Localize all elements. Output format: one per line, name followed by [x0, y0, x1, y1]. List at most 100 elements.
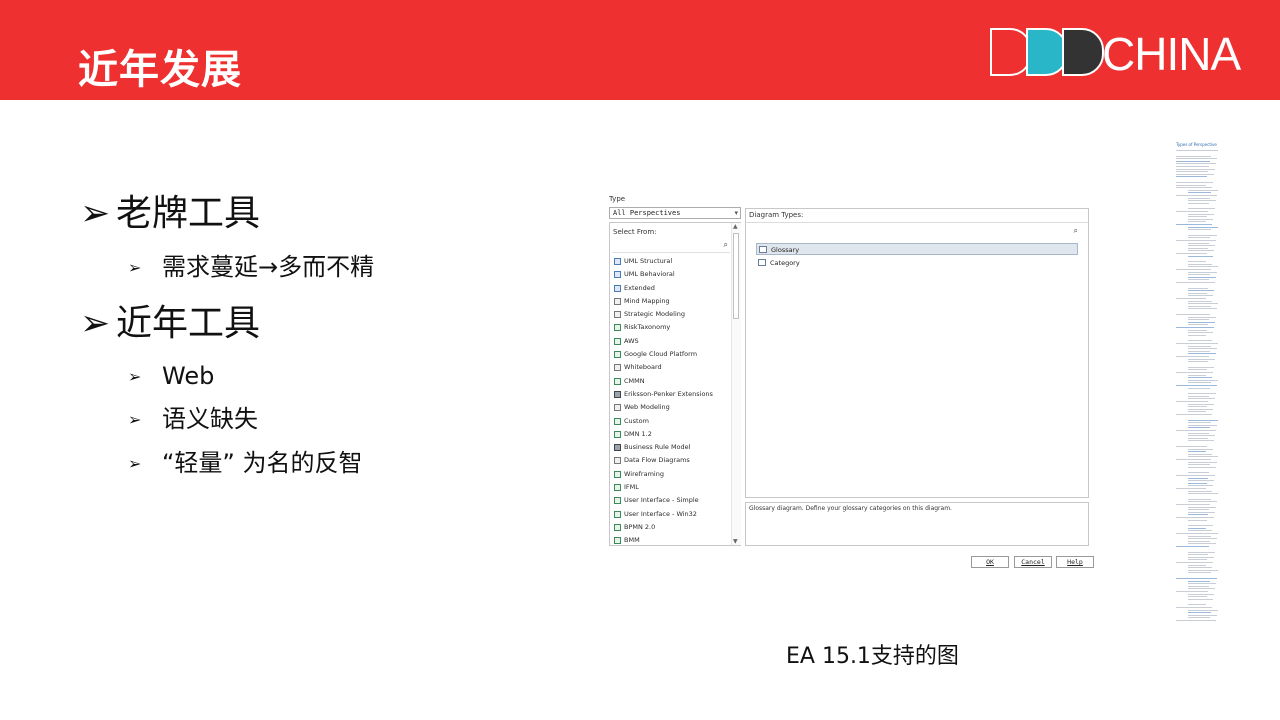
list-item[interactable]: User Interface - Win32 [612, 508, 730, 521]
diagram-description: Glossary diagram. Define your glossary c… [749, 505, 952, 512]
list-item[interactable]: Wireframing [612, 468, 730, 481]
thumbnail-line [1188, 588, 1215, 590]
help-button[interactable]: Help [1056, 556, 1094, 568]
scroll-up-icon[interactable]: ▲ [733, 223, 738, 230]
thumbnail-line [1176, 224, 1212, 225]
sub-bullet-arrow-icon: ➢ [128, 258, 142, 277]
thumbnail-line [1188, 514, 1208, 516]
thumbnail-line [1176, 533, 1218, 534]
list-item[interactable]: Business Rule Model [612, 441, 730, 454]
list-scrollbar[interactable]: ▲ ▼ [731, 223, 741, 545]
thumbnail-line [1188, 567, 1212, 569]
rule-model-icon [614, 444, 621, 452]
thumbnail-line [1188, 226, 1218, 228]
diagram-icon [614, 537, 621, 545]
thumbnail-line [1188, 197, 1210, 199]
list-item[interactable]: Whiteboard [612, 361, 730, 374]
thumbnail-line [1188, 366, 1214, 368]
thumbnail-line [1188, 453, 1212, 455]
thumbnail-line [1188, 358, 1215, 360]
diagram-type-item-category[interactable]: Category [756, 257, 1078, 269]
thumbnail-line [1188, 287, 1208, 289]
list-item[interactable]: Eriksson-Penker Extensions [612, 388, 730, 401]
bullet-text: 近年工具 [116, 303, 261, 344]
chevron-down-icon[interactable]: ▾ [734, 209, 738, 218]
thumbnail-line [1188, 316, 1216, 318]
sub-bullet-text: Web [162, 362, 215, 390]
list-item[interactable]: Strategic Modeling [612, 308, 730, 321]
thumbnail-line [1188, 374, 1206, 376]
eriksson-penker-icon [614, 390, 621, 398]
sub-bullet-arrow-icon: ➢ [128, 410, 142, 429]
list-item[interactable]: UML Structural [612, 255, 730, 268]
bullet-arrow-icon: ➢ [80, 303, 111, 344]
thumbnail-line [1188, 276, 1216, 278]
thumbnail-line [1188, 485, 1213, 487]
thumbnail-line [1176, 356, 1209, 357]
sub-bullet-text: 需求蔓延→多而不精 [162, 253, 375, 281]
thumbnail-line [1176, 414, 1212, 415]
perspective-select[interactable]: All Perspectives ▾ [609, 207, 741, 219]
scrollbar-thumb[interactable] [733, 233, 739, 319]
list-item[interactable]: CMMN [612, 375, 730, 388]
thumbnail-line [1188, 596, 1207, 598]
thumbnail-line [1188, 461, 1217, 463]
uml-icon [614, 258, 621, 265]
thumbnail-line [1188, 506, 1216, 508]
list-item[interactable]: AWS [612, 335, 730, 348]
thumbnail-line [1176, 184, 1206, 186]
list-item[interactable]: RiskTaxonomy [612, 321, 730, 334]
list-item[interactable]: DMN 1.2 [612, 428, 730, 441]
list-item[interactable]: User Interface - Simple [612, 494, 730, 507]
thumbnail-line [1188, 564, 1206, 566]
list-item[interactable]: IFML [612, 481, 730, 494]
thumbnail-line [1188, 255, 1213, 257]
cancel-button[interactable]: Cancel [1014, 556, 1052, 568]
thumbnail-line [1188, 540, 1210, 542]
thumbnail-line [1188, 424, 1217, 426]
diagram-type-item-glossary[interactable]: Glossary [756, 243, 1078, 255]
list-item[interactable]: Data Flow Diagrams [612, 454, 730, 467]
thumbnail-line [1188, 490, 1212, 492]
thumbnail-line [1176, 401, 1208, 402]
list-item[interactable]: Google Cloud Platform [612, 348, 730, 361]
diagram-icon [614, 377, 621, 385]
thumbnail-line [1188, 334, 1206, 336]
scroll-down-icon[interactable]: ▼ [733, 538, 738, 545]
diagram-icon [614, 484, 621, 492]
thumbnail-line [1188, 527, 1206, 529]
ok-button[interactable]: OK [971, 556, 1009, 568]
extended-icon [614, 284, 621, 292]
thumbnail-line [1176, 314, 1210, 315]
thumbnail-line [1188, 543, 1216, 545]
thumbnail-line [1188, 554, 1208, 556]
thumbnail-line [1188, 480, 1214, 482]
search-icon[interactable]: ⌕ [1074, 226, 1078, 236]
list-item[interactable]: BPMN 2.0 [612, 521, 730, 534]
list-item[interactable]: Mind Mapping [612, 295, 730, 308]
list-item[interactable]: Custom [612, 415, 730, 428]
thumbnail-line [1176, 158, 1217, 160]
thumbnail-line [1188, 292, 1207, 294]
select-from-search[interactable]: ⌕ [612, 239, 730, 253]
thumbnail-line [1188, 324, 1208, 326]
search-icon[interactable]: ⌕ [724, 240, 728, 250]
list-item[interactable]: BMM [612, 534, 730, 547]
thumbnail-line [1188, 525, 1213, 527]
thumbnail-line [1188, 250, 1214, 252]
thumbnail-line [1188, 427, 1210, 429]
list-item[interactable]: Extended [612, 282, 730, 295]
list-item[interactable]: UML Behavioral [612, 268, 730, 281]
thumbnail-line [1188, 213, 1214, 215]
thumbnail-line [1188, 406, 1207, 408]
thumbnail-line [1188, 279, 1209, 281]
thumbnail-line [1188, 448, 1213, 450]
thumbnail-line [1176, 546, 1209, 547]
list-item[interactable]: Web Modeling [612, 401, 730, 414]
thumbnail-line [1188, 189, 1218, 191]
thumbnail-line [1176, 155, 1211, 157]
thumbnail-line [1188, 361, 1208, 363]
thumbnail-line [1188, 369, 1207, 371]
thumbnail-line [1188, 585, 1209, 587]
thumbnail-line [1188, 274, 1210, 276]
